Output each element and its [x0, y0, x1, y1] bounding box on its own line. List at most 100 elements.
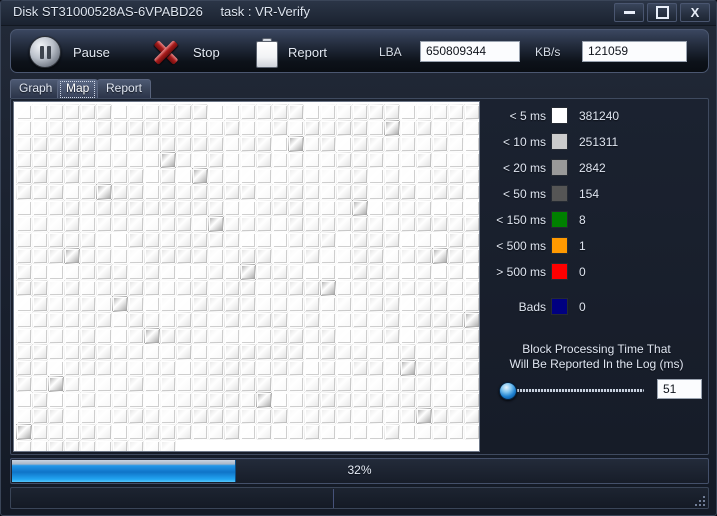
- block-cell: [368, 312, 384, 328]
- legend-row: < 500 ms 1: [489, 235, 704, 261]
- block-cell: [16, 408, 32, 424]
- block-cell: [192, 328, 208, 344]
- block-cell: [368, 360, 384, 376]
- slider-value-input[interactable]: 51: [657, 379, 702, 399]
- block-cell: [432, 184, 448, 200]
- block-cell: [368, 280, 384, 296]
- resize-grip-icon[interactable]: [695, 496, 705, 506]
- block-cell: [32, 216, 48, 232]
- block-cell: [80, 440, 96, 451]
- block-cell: [352, 280, 368, 296]
- block-cell: [176, 392, 192, 408]
- block-cell: [64, 376, 80, 392]
- tab-map[interactable]: Map: [57, 79, 99, 98]
- block-cell: [48, 216, 64, 232]
- block-cell: [448, 152, 464, 168]
- block-cell: [320, 344, 336, 360]
- block-cell: [224, 328, 240, 344]
- block-cell: [240, 424, 256, 440]
- block-cell: [416, 312, 432, 328]
- tab-report[interactable]: Report: [97, 79, 152, 98]
- block-cell: [336, 392, 352, 408]
- tab-graph[interactable]: Graph: [10, 79, 62, 98]
- block-cell: [272, 408, 288, 424]
- block-cell: [352, 408, 368, 424]
- block-cell: [464, 424, 479, 440]
- block-cell: [144, 136, 160, 152]
- block-cell: [176, 200, 192, 216]
- block-cell: [352, 232, 368, 248]
- slider-thumb[interactable]: [499, 382, 518, 400]
- block-cell: [208, 344, 224, 360]
- block-cell: [144, 152, 160, 168]
- block-cell: [256, 184, 272, 200]
- block-cell: [128, 248, 144, 264]
- block-cell: [272, 344, 288, 360]
- slider-track[interactable]: [499, 389, 644, 392]
- maximize-button[interactable]: [647, 3, 677, 22]
- close-button[interactable]: X: [680, 3, 710, 22]
- block-cell: [352, 152, 368, 168]
- block-cell: [64, 152, 80, 168]
- lba-value[interactable]: 650809344: [420, 41, 520, 62]
- block-cell: [112, 408, 128, 424]
- block-cell: [432, 264, 448, 280]
- block-cell: [336, 408, 352, 424]
- block-cell: [176, 248, 192, 264]
- legend-row: < 10 ms 251311: [489, 131, 704, 157]
- block-cell: [144, 264, 160, 280]
- block-cell: [112, 344, 128, 360]
- stop-button[interactable]: Stop: [151, 30, 220, 74]
- block-cell: [160, 184, 176, 200]
- block-cell: [224, 376, 240, 392]
- pause-button[interactable]: Pause: [29, 30, 110, 74]
- block-cell: [224, 264, 240, 280]
- block-cell: [368, 232, 384, 248]
- disk-tool-window: Disk ST31000528AS-6VPABD26 task : VR-Ver…: [0, 0, 717, 516]
- block-cell: [288, 376, 304, 392]
- block-cell: [80, 200, 96, 216]
- block-cell: [288, 120, 304, 136]
- block-cell: [240, 312, 256, 328]
- minimize-button[interactable]: [614, 3, 644, 22]
- block-cell: [384, 360, 400, 376]
- block-cell: [352, 168, 368, 184]
- block-cell: [48, 104, 64, 120]
- block-cell: [128, 152, 144, 168]
- block-cell: [128, 408, 144, 424]
- block-cell: [416, 280, 432, 296]
- block-cell: [416, 184, 432, 200]
- block-cell: [336, 424, 352, 440]
- block-cell: [64, 264, 80, 280]
- block-cell: [304, 264, 320, 280]
- block-cell: [240, 248, 256, 264]
- report-button[interactable]: Report: [256, 30, 327, 74]
- block-cell: [96, 104, 112, 120]
- block-cell: [32, 168, 48, 184]
- block-cell: [448, 104, 464, 120]
- block-cell: [320, 312, 336, 328]
- block-cell: [80, 136, 96, 152]
- block-cell: [128, 376, 144, 392]
- legend-row-swatch: [551, 107, 568, 124]
- block-cell: [432, 296, 448, 312]
- block-cell: [272, 136, 288, 152]
- block-cell: [32, 408, 48, 424]
- legend-panel: < 5 ms 381240 < 10 ms 251311 < 20 ms 2842 < 50…: [489, 105, 704, 322]
- block-cell: [192, 344, 208, 360]
- block-cell: [32, 248, 48, 264]
- block-cell: [32, 136, 48, 152]
- stop-icon: [151, 38, 181, 66]
- block-cell: [384, 312, 400, 328]
- block-cell: [176, 264, 192, 280]
- block-cell: [208, 360, 224, 376]
- block-cell: [240, 152, 256, 168]
- block-cell: [304, 344, 320, 360]
- kbs-value[interactable]: 121059: [582, 41, 687, 62]
- block-map[interactable]: [13, 101, 480, 452]
- block-cell: [32, 264, 48, 280]
- block-cell: [384, 264, 400, 280]
- block-cell: [128, 120, 144, 136]
- block-cell: [240, 216, 256, 232]
- block-cell: [112, 168, 128, 184]
